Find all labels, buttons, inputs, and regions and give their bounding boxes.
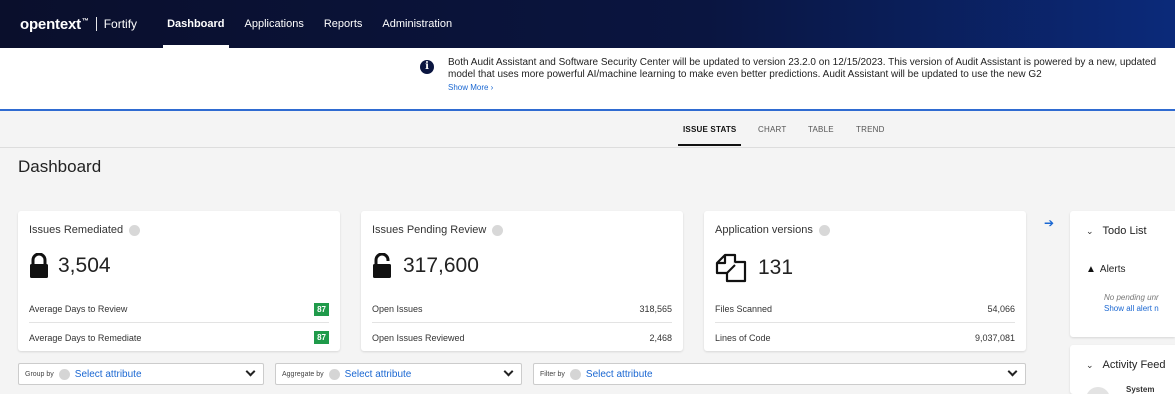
- card-title: Issues Remediated: [29, 224, 141, 236]
- lock-closed-icon: [29, 253, 49, 279]
- chevron-down-icon: ⌄: [1086, 225, 1094, 236]
- stat-value: 318,565: [639, 304, 672, 314]
- warning-icon: ▲: [1086, 264, 1096, 275]
- stat-badge: 87: [314, 302, 329, 316]
- show-more-link[interactable]: Show More ›: [448, 83, 493, 92]
- announcement-banner: i Both Audit Assistant and Software Secu…: [0, 48, 1175, 111]
- filter-by-label: Filter by: [540, 370, 565, 378]
- aggregate-by-label: Aggregate by: [282, 370, 324, 378]
- nav-item-reports[interactable]: Reports: [314, 0, 373, 48]
- aggregate-by-value: Select attribute: [344, 368, 412, 380]
- stat-label: Files Scanned: [715, 304, 773, 314]
- stat-label: Open Issues: [372, 304, 423, 314]
- metric-value: 3,504: [58, 254, 111, 277]
- chevron-down-icon: ⌄: [1086, 359, 1094, 370]
- card-issues-remediated: Issues Remediated 3,504 Average Days to …: [18, 211, 340, 351]
- brand[interactable]: opentext™ Fortify: [20, 0, 137, 48]
- card-metric: 317,600: [372, 253, 479, 279]
- group-by-value: Select attribute: [74, 368, 142, 380]
- chevron-down-icon: [503, 366, 514, 377]
- todo-list-panel: ⌄ Todo List ▲ Alerts No pending unr Show a…: [1070, 211, 1175, 337]
- nav-item-dashboard[interactable]: Dashboard: [157, 0, 234, 48]
- stat-row: Average Days to Remediate 87: [29, 324, 329, 351]
- group-by-select[interactable]: Group by Select attribute: [18, 363, 264, 385]
- nav-links: Dashboard Applications Reports Administr…: [157, 0, 462, 48]
- stat-label: Average Days to Remediate: [29, 332, 142, 343]
- stat-row: Files Scanned 54,066: [715, 296, 1015, 323]
- attribute-icon: [569, 368, 581, 380]
- stat-badge: 87: [314, 331, 329, 344]
- attribute-icon: [328, 368, 340, 380]
- tab-chart[interactable]: CHART: [758, 125, 786, 134]
- show-all-alerts-link[interactable]: Show all alert n: [1104, 304, 1159, 313]
- card-application-versions: Application versions 131 Files Scanned 54…: [704, 211, 1026, 351]
- stat-value: 54,066: [987, 304, 1015, 314]
- tab-table[interactable]: TABLE: [808, 125, 834, 134]
- stat-label: Average Days to Review: [29, 304, 128, 314]
- documents-icon: [715, 253, 749, 283]
- stat-row: Lines of Code 9,037,081: [715, 324, 1015, 351]
- activity-item: System: [1126, 385, 1155, 394]
- filter-by-select[interactable]: Filter by Select attribute: [533, 363, 1026, 385]
- top-nav: opentext™ Fortify Dashboard Applications…: [0, 0, 1175, 48]
- chevron-down-icon: [1007, 366, 1018, 377]
- filter-by-value: Select attribute: [585, 368, 653, 380]
- alerts-heading: ▲ Alerts: [1086, 264, 1126, 275]
- stat-row: Open Issues 318,565: [372, 296, 672, 323]
- card-title: Application versions: [715, 224, 830, 236]
- nav-item-administration[interactable]: Administration: [372, 0, 462, 48]
- stat-value: 2,468: [649, 332, 672, 343]
- card-metric: 3,504: [29, 253, 111, 279]
- aggregate-by-select[interactable]: Aggregate by Select attribute: [275, 363, 522, 385]
- info-icon[interactable]: [492, 224, 504, 236]
- brand-divider: [95, 17, 97, 31]
- lock-open-icon: [372, 253, 394, 279]
- activity-feed-panel: ⌄ Activity Feed System: [1070, 345, 1175, 394]
- card-issues-pending-review: Issues Pending Review 317,600 Open Issue…: [361, 211, 683, 351]
- page-title: Dashboard: [18, 157, 102, 176]
- nav-item-applications[interactable]: Applications: [235, 0, 314, 48]
- metric-value: 317,600: [403, 254, 479, 277]
- stat-row: Average Days to Review 87: [29, 296, 329, 323]
- avatar: [1086, 387, 1110, 394]
- metric-value: 131: [758, 256, 794, 279]
- chevron-down-icon: [245, 366, 256, 377]
- no-pending-text: No pending unr: [1104, 293, 1159, 302]
- info-icon[interactable]: [129, 224, 141, 236]
- group-by-label: Group by: [25, 370, 54, 378]
- stat-row: Open Issues Reviewed 2,468: [372, 324, 672, 351]
- tab-issue-stats[interactable]: ISSUE STATS: [677, 125, 742, 146]
- arrow-right-icon[interactable]: ➔: [1044, 216, 1054, 230]
- tab-trend[interactable]: TREND: [856, 125, 885, 134]
- info-icon: i: [420, 60, 434, 74]
- banner-text: Both Audit Assistant and Software Securi…: [448, 57, 1157, 80]
- view-tabs: ISSUE STATS CHART TABLE TREND: [0, 113, 1175, 148]
- attribute-icon: [58, 368, 70, 380]
- opentext-logo: opentext™: [20, 15, 89, 33]
- activity-feed-header[interactable]: ⌄ Activity Feed: [1086, 359, 1166, 371]
- product-name: Fortify: [103, 17, 138, 31]
- stat-label: Open Issues Reviewed: [372, 332, 465, 343]
- info-icon[interactable]: [818, 224, 830, 236]
- todo-list-header[interactable]: ⌄ Todo List: [1086, 225, 1147, 237]
- card-metric: 131: [715, 253, 793, 283]
- stat-label: Lines of Code: [715, 332, 771, 343]
- stat-value: 9,037,081: [974, 332, 1015, 343]
- card-title: Issues Pending Review: [372, 224, 504, 236]
